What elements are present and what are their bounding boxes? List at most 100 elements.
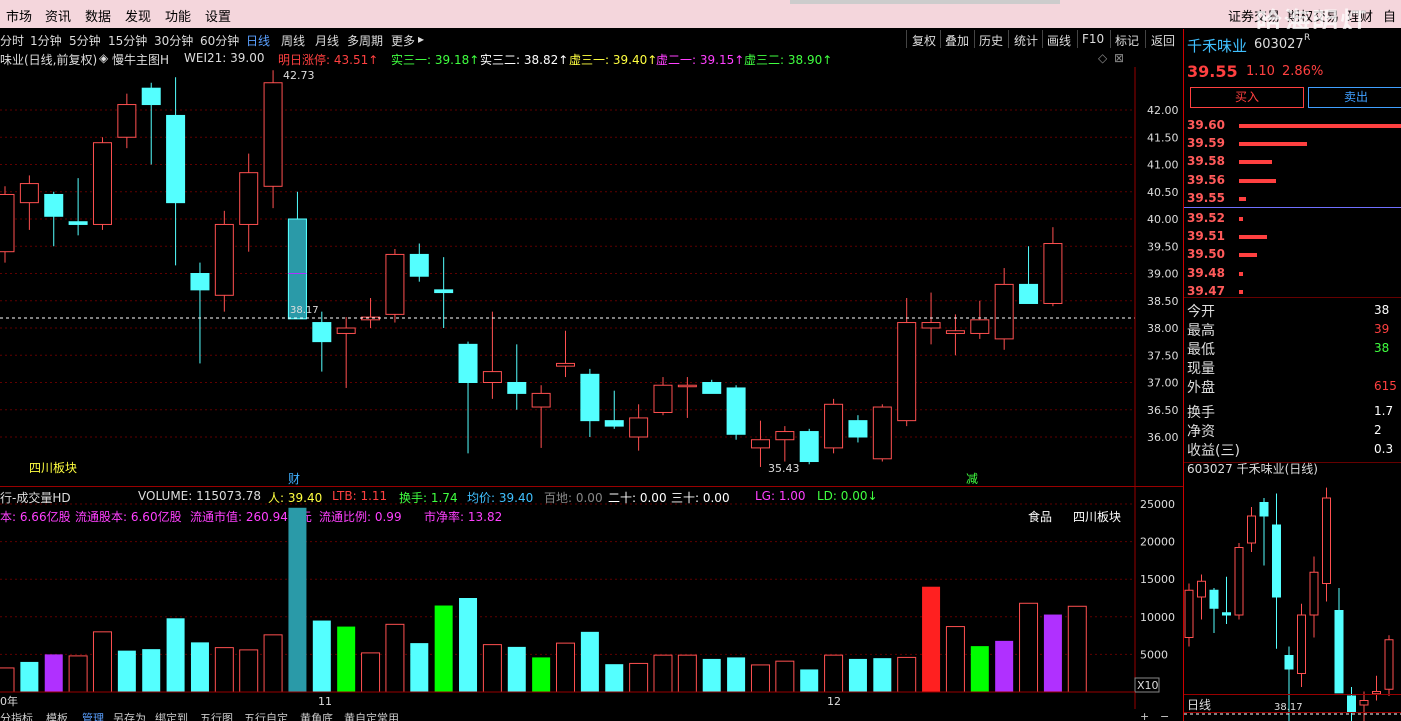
buy-button[interactable]: 买入 bbox=[1190, 87, 1304, 108]
candle-body bbox=[970, 319, 990, 334]
tab-templates[interactable]: 模板 bbox=[46, 710, 68, 721]
ask-price[interactable]: 39.58 bbox=[1187, 154, 1225, 168]
volume-bar bbox=[20, 661, 39, 692]
period-more[interactable]: 更多 bbox=[391, 32, 415, 49]
tab-five-custom[interactable]: 五行自定 bbox=[244, 710, 288, 721]
btn-restore-rights[interactable]: 复权 bbox=[912, 32, 936, 49]
candle bbox=[799, 428, 819, 465]
period-daily[interactable]: 日线 bbox=[246, 32, 270, 49]
bid-price[interactable]: 39.50 bbox=[1187, 247, 1225, 261]
menu-news[interactable]: 资讯 bbox=[45, 6, 71, 25]
volume-bar bbox=[848, 658, 867, 692]
volume-bar bbox=[0, 667, 15, 693]
menu-settings[interactable]: 设置 bbox=[205, 6, 231, 25]
btn-history[interactable]: 历史 bbox=[979, 32, 1003, 49]
candle bbox=[994, 268, 1014, 350]
stat-label: 换手 bbox=[1187, 405, 1215, 421]
indicator-dropdown-icon[interactable]: ◈ bbox=[99, 51, 108, 65]
mini-footer-line-2 bbox=[1184, 712, 1401, 713]
more-arrow-icon[interactable]: ▸ bbox=[418, 32, 424, 46]
candle bbox=[531, 385, 551, 448]
diamond-icon[interactable]: ◇ bbox=[1098, 51, 1107, 65]
tab-indicators[interactable]: 分指标 bbox=[0, 710, 33, 721]
tab-yellow-bottom[interactable]: 黄角底 bbox=[300, 710, 333, 721]
period-5min[interactable]: 5分钟 bbox=[69, 32, 101, 49]
indicator-name[interactable]: 慢牛主图H bbox=[112, 51, 169, 68]
btn-mark[interactable]: 标记 bbox=[1115, 32, 1139, 49]
candle bbox=[92, 137, 112, 230]
volume-tick-label: 20000 bbox=[1140, 536, 1175, 549]
minus-icon[interactable]: − bbox=[1160, 710, 1169, 721]
tab-manage[interactable]: 管理 bbox=[82, 710, 104, 721]
menu-market[interactable]: 市场 bbox=[6, 6, 32, 25]
mini-period[interactable]: 日线 bbox=[1187, 696, 1211, 713]
chart-title: 味业(日线,前复权) bbox=[0, 53, 98, 67]
mini-candle-body bbox=[1184, 589, 1194, 638]
tab-bind[interactable]: 绑定到 bbox=[155, 710, 188, 721]
stock-flag: R bbox=[1304, 33, 1311, 43]
header-item-shi32: 实三二: 38.82↑ bbox=[480, 53, 569, 67]
close-icon[interactable]: ⊠ bbox=[1114, 51, 1124, 65]
candle-body bbox=[945, 330, 965, 334]
period-30min[interactable]: 30分钟 bbox=[154, 32, 193, 49]
volume-bar bbox=[434, 605, 453, 692]
btn-statistics[interactable]: 统计 bbox=[1014, 32, 1038, 49]
bid-price[interactable]: 39.47 bbox=[1187, 284, 1225, 298]
volume-bar bbox=[1019, 602, 1039, 693]
period-monthly[interactable]: 月线 bbox=[315, 32, 339, 49]
candle bbox=[0, 186, 15, 263]
order-size-bar bbox=[1239, 253, 1257, 258]
period-multi[interactable]: 多周期 bbox=[347, 32, 383, 49]
period-intraday[interactable]: 分时 bbox=[0, 32, 24, 49]
candle-body bbox=[629, 417, 649, 438]
mini-footer-line bbox=[1184, 694, 1401, 695]
ask-price[interactable]: 39.59 bbox=[1187, 136, 1225, 150]
order-size-bar bbox=[1239, 160, 1272, 165]
tab-five-element[interactable]: 五行图 bbox=[200, 710, 233, 721]
volume-bar bbox=[142, 649, 161, 692]
bottom-tabs: 分指标 模板 管理 另存为 绑定到 五行图 五行自定 黄角底 黄自定常用 + − bbox=[0, 710, 1183, 721]
volume-tick-label: 25000 bbox=[1140, 498, 1175, 511]
menu-function[interactable]: 功能 bbox=[165, 6, 191, 25]
tab-yellow-custom[interactable]: 黄自定常用 bbox=[344, 710, 399, 721]
candle-body bbox=[726, 387, 746, 435]
bid-price[interactable]: 39.52 bbox=[1187, 211, 1225, 225]
period-15min[interactable]: 15分钟 bbox=[108, 32, 147, 49]
add-icon[interactable]: + bbox=[1140, 710, 1149, 721]
candle-body bbox=[409, 253, 429, 277]
volume-bar bbox=[190, 642, 209, 692]
period-60min[interactable]: 60分钟 bbox=[200, 32, 239, 49]
bid-price[interactable]: 39.51 bbox=[1187, 229, 1225, 243]
btn-draw-line[interactable]: 画线 bbox=[1047, 32, 1071, 49]
tab-save-as[interactable]: 另存为 bbox=[113, 710, 146, 721]
period-weekly[interactable]: 周线 bbox=[281, 32, 305, 49]
header-item-shi31: 实三一: 39.18↑ bbox=[391, 53, 480, 67]
volume-bar bbox=[897, 656, 917, 693]
ask-price[interactable]: 39.60 bbox=[1187, 118, 1225, 132]
divider bbox=[1145, 30, 1146, 48]
candle bbox=[19, 175, 39, 230]
volume-bar bbox=[1067, 605, 1087, 693]
price-change: 1.10 bbox=[1246, 64, 1275, 79]
candle bbox=[507, 344, 527, 410]
bid-price[interactable]: 39.48 bbox=[1187, 266, 1225, 280]
sell-button[interactable]: 卖出 bbox=[1308, 87, 1401, 108]
quote-panel: 千禾味业 603027 R 39.55 1.10 2.86% 买入 卖出 39.… bbox=[1183, 29, 1401, 721]
ask-price[interactable]: 39.55 bbox=[1187, 191, 1225, 205]
candle bbox=[775, 426, 795, 462]
btn-overlay[interactable]: 叠加 bbox=[945, 32, 969, 49]
ask-price[interactable]: 39.56 bbox=[1187, 173, 1225, 187]
volume-tick-label: 5000 bbox=[1140, 648, 1168, 661]
menu-discover[interactable]: 发现 bbox=[125, 6, 151, 25]
price-tick-label: 40.50 bbox=[1147, 186, 1179, 199]
volume-bar bbox=[605, 664, 624, 692]
btn-back[interactable]: 返回 bbox=[1151, 32, 1175, 49]
volume-bar bbox=[385, 623, 405, 693]
price-tick-label: 39.50 bbox=[1147, 240, 1179, 253]
price-tick-label: 41.50 bbox=[1147, 131, 1179, 144]
btn-f10[interactable]: F10 bbox=[1082, 32, 1104, 46]
period-1min[interactable]: 1分钟 bbox=[30, 32, 62, 49]
order-size-bar bbox=[1239, 289, 1243, 294]
volume-bar bbox=[312, 620, 331, 692]
menu-data[interactable]: 数据 bbox=[85, 6, 111, 25]
